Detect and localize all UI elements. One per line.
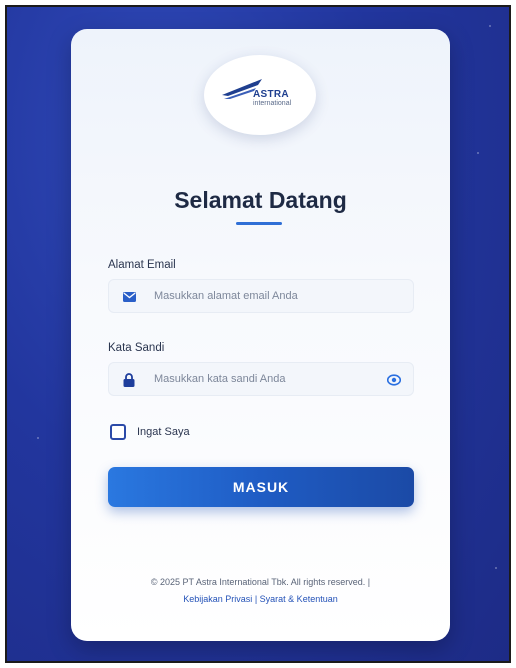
background-dot xyxy=(495,567,497,569)
remember-me[interactable]: Ingat Saya xyxy=(108,423,238,445)
footer-copyright: © 2025 PT Astra International Tbk. All r… xyxy=(150,577,371,587)
eye-icon[interactable] xyxy=(386,373,402,391)
footer-links: Kebijakan Privasi | Syarat & Ketentuan xyxy=(71,594,450,604)
envelope-icon xyxy=(123,290,136,308)
login-card: ASTRA international Selamat Datang Alama… xyxy=(71,29,450,641)
background-dot xyxy=(489,25,491,27)
remember-checkbox[interactable] xyxy=(110,424,126,440)
footer-separator: | xyxy=(254,594,258,604)
login-button[interactable]: MASUK xyxy=(108,467,414,507)
title-underline xyxy=(236,222,282,225)
background-dot xyxy=(37,437,39,439)
password-field[interactable]: Masukkan kata sandi Anda xyxy=(108,362,414,396)
remember-label: Ingat Saya xyxy=(137,426,190,438)
privacy-link[interactable]: Kebijakan Privasi xyxy=(183,594,252,604)
logo-brand-text: ASTRA xyxy=(253,89,289,100)
page-title: Selamat Datang xyxy=(174,187,347,213)
email-placeholder: Masukkan alamat email Anda xyxy=(154,290,298,302)
email-label: Alamat Email xyxy=(108,259,176,271)
terms-link[interactable]: Syarat & Ketentuan xyxy=(260,594,338,604)
logo-sub-text: international xyxy=(253,100,292,107)
login-page-background: ASTRA international Selamat Datang Alama… xyxy=(5,5,511,663)
password-placeholder: Masukkan kata sandi Anda xyxy=(154,373,286,385)
password-label: Kata Sandi xyxy=(108,342,165,354)
background-dot xyxy=(477,152,479,154)
lock-icon xyxy=(123,373,135,392)
company-logo: ASTRA international xyxy=(204,55,316,135)
email-field[interactable]: Masukkan alamat email Anda xyxy=(108,279,414,313)
